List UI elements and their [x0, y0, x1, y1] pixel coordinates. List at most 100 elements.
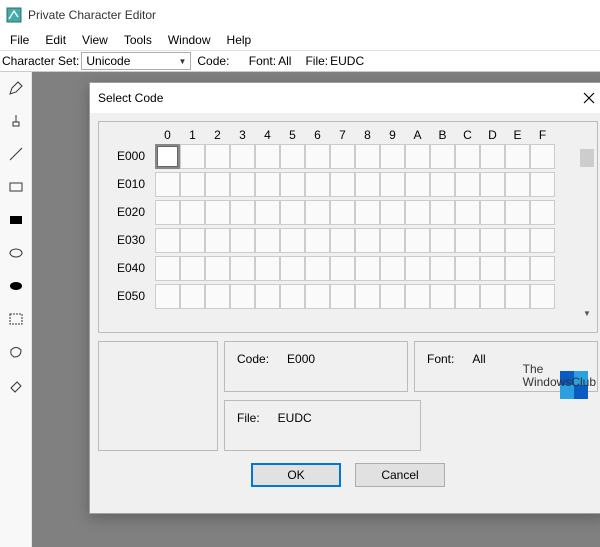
grid-cell[interactable] — [155, 228, 180, 253]
grid-cell[interactable] — [155, 200, 180, 225]
grid-cell[interactable] — [305, 256, 330, 281]
grid-cell[interactable] — [380, 144, 405, 169]
grid-cell[interactable] — [505, 144, 530, 169]
grid-cell[interactable] — [505, 284, 530, 309]
menu-item-file[interactable]: File — [2, 31, 37, 49]
scroll-down-icon[interactable]: ▼ — [583, 309, 591, 318]
grid-cell[interactable] — [455, 284, 480, 309]
grid-cell[interactable] — [180, 144, 205, 169]
grid-cell[interactable] — [280, 144, 305, 169]
menu-item-edit[interactable]: Edit — [37, 31, 74, 49]
grid-cell[interactable] — [305, 172, 330, 197]
grid-cell[interactable] — [280, 172, 305, 197]
grid-cell[interactable] — [355, 256, 380, 281]
close-button[interactable] — [580, 89, 598, 107]
grid-cell[interactable] — [355, 284, 380, 309]
grid-cell[interactable] — [355, 172, 380, 197]
grid-cell[interactable] — [255, 284, 280, 309]
grid-cell[interactable] — [430, 284, 455, 309]
grid-cell[interactable] — [355, 144, 380, 169]
grid-cell[interactable] — [330, 256, 355, 281]
grid-cell[interactable] — [530, 228, 555, 253]
grid-cell[interactable] — [180, 200, 205, 225]
grid-cell[interactable] — [455, 228, 480, 253]
grid-cell[interactable] — [530, 256, 555, 281]
grid-cell[interactable] — [330, 172, 355, 197]
grid-cell[interactable] — [305, 228, 330, 253]
grid-cell[interactable] — [405, 228, 430, 253]
grid-cell[interactable] — [505, 172, 530, 197]
grid-cell[interactable] — [155, 144, 180, 169]
menu-item-window[interactable]: Window — [160, 31, 219, 49]
grid-cell[interactable] — [480, 256, 505, 281]
grid-cell[interactable] — [405, 172, 430, 197]
grid-cell[interactable] — [255, 228, 280, 253]
grid-cell[interactable] — [480, 144, 505, 169]
grid-cell[interactable] — [180, 228, 205, 253]
grid-cell[interactable] — [480, 284, 505, 309]
grid-cell[interactable] — [355, 228, 380, 253]
grid-cell[interactable] — [480, 172, 505, 197]
grid-cell[interactable] — [505, 228, 530, 253]
grid-cell[interactable] — [205, 200, 230, 225]
grid-cell[interactable] — [330, 200, 355, 225]
grid-cell[interactable] — [305, 200, 330, 225]
grid-cell[interactable] — [330, 284, 355, 309]
grid-cell[interactable] — [380, 172, 405, 197]
grid-cell[interactable] — [330, 144, 355, 169]
grid-cell[interactable] — [305, 144, 330, 169]
scroll-thumb[interactable] — [580, 149, 594, 167]
grid-cell[interactable] — [405, 144, 430, 169]
grid-cell[interactable] — [255, 256, 280, 281]
grid-cell[interactable] — [530, 200, 555, 225]
grid-cell[interactable] — [205, 144, 230, 169]
grid-cell[interactable] — [330, 228, 355, 253]
grid-cell[interactable] — [155, 284, 180, 309]
grid-cell[interactable] — [430, 172, 455, 197]
grid-cell[interactable] — [155, 256, 180, 281]
menu-item-tools[interactable]: Tools — [116, 31, 160, 49]
grid-cell[interactable] — [230, 144, 255, 169]
grid-cell[interactable] — [380, 228, 405, 253]
grid-cell[interactable] — [455, 144, 480, 169]
grid-cell[interactable] — [530, 172, 555, 197]
rect-outline-tool-icon[interactable] — [8, 179, 24, 198]
grid-cell[interactable] — [530, 144, 555, 169]
grid-cell[interactable] — [230, 256, 255, 281]
grid-cell[interactable] — [405, 200, 430, 225]
grid-cell[interactable] — [255, 144, 280, 169]
grid-cell[interactable] — [380, 200, 405, 225]
grid-cell[interactable] — [355, 200, 380, 225]
grid-cell[interactable] — [405, 256, 430, 281]
select-rect-tool-icon[interactable] — [8, 311, 24, 330]
grid-cell[interactable] — [280, 284, 305, 309]
grid-cell[interactable] — [280, 200, 305, 225]
ellipse-filled-tool-icon[interactable] — [8, 278, 24, 297]
freeform-select-tool-icon[interactable] — [8, 344, 24, 363]
grid-cell[interactable] — [280, 228, 305, 253]
grid-cell[interactable] — [305, 284, 330, 309]
grid-cell[interactable] — [380, 284, 405, 309]
grid-cell[interactable] — [255, 200, 280, 225]
grid-cell[interactable] — [280, 256, 305, 281]
grid-cell[interactable] — [205, 284, 230, 309]
grid-cell[interactable] — [255, 172, 280, 197]
grid-cell[interactable] — [430, 200, 455, 225]
grid-scrollbar[interactable]: ▲ ▼ — [579, 148, 595, 318]
grid-cell[interactable] — [205, 172, 230, 197]
line-tool-icon[interactable] — [8, 146, 24, 165]
charset-dropdown[interactable]: Unicode ▼ — [81, 52, 191, 70]
grid-cell[interactable] — [505, 256, 530, 281]
grid-cell[interactable] — [205, 256, 230, 281]
grid-cell[interactable] — [230, 284, 255, 309]
menu-item-view[interactable]: View — [74, 31, 116, 49]
ok-button[interactable]: OK — [251, 463, 341, 487]
grid-cell[interactable] — [155, 172, 180, 197]
grid-cell[interactable] — [180, 284, 205, 309]
grid-cell[interactable] — [230, 228, 255, 253]
grid-cell[interactable] — [430, 256, 455, 281]
grid-cell[interactable] — [230, 200, 255, 225]
grid-cell[interactable] — [380, 256, 405, 281]
grid-cell[interactable] — [455, 200, 480, 225]
grid-cell[interactable] — [530, 284, 555, 309]
